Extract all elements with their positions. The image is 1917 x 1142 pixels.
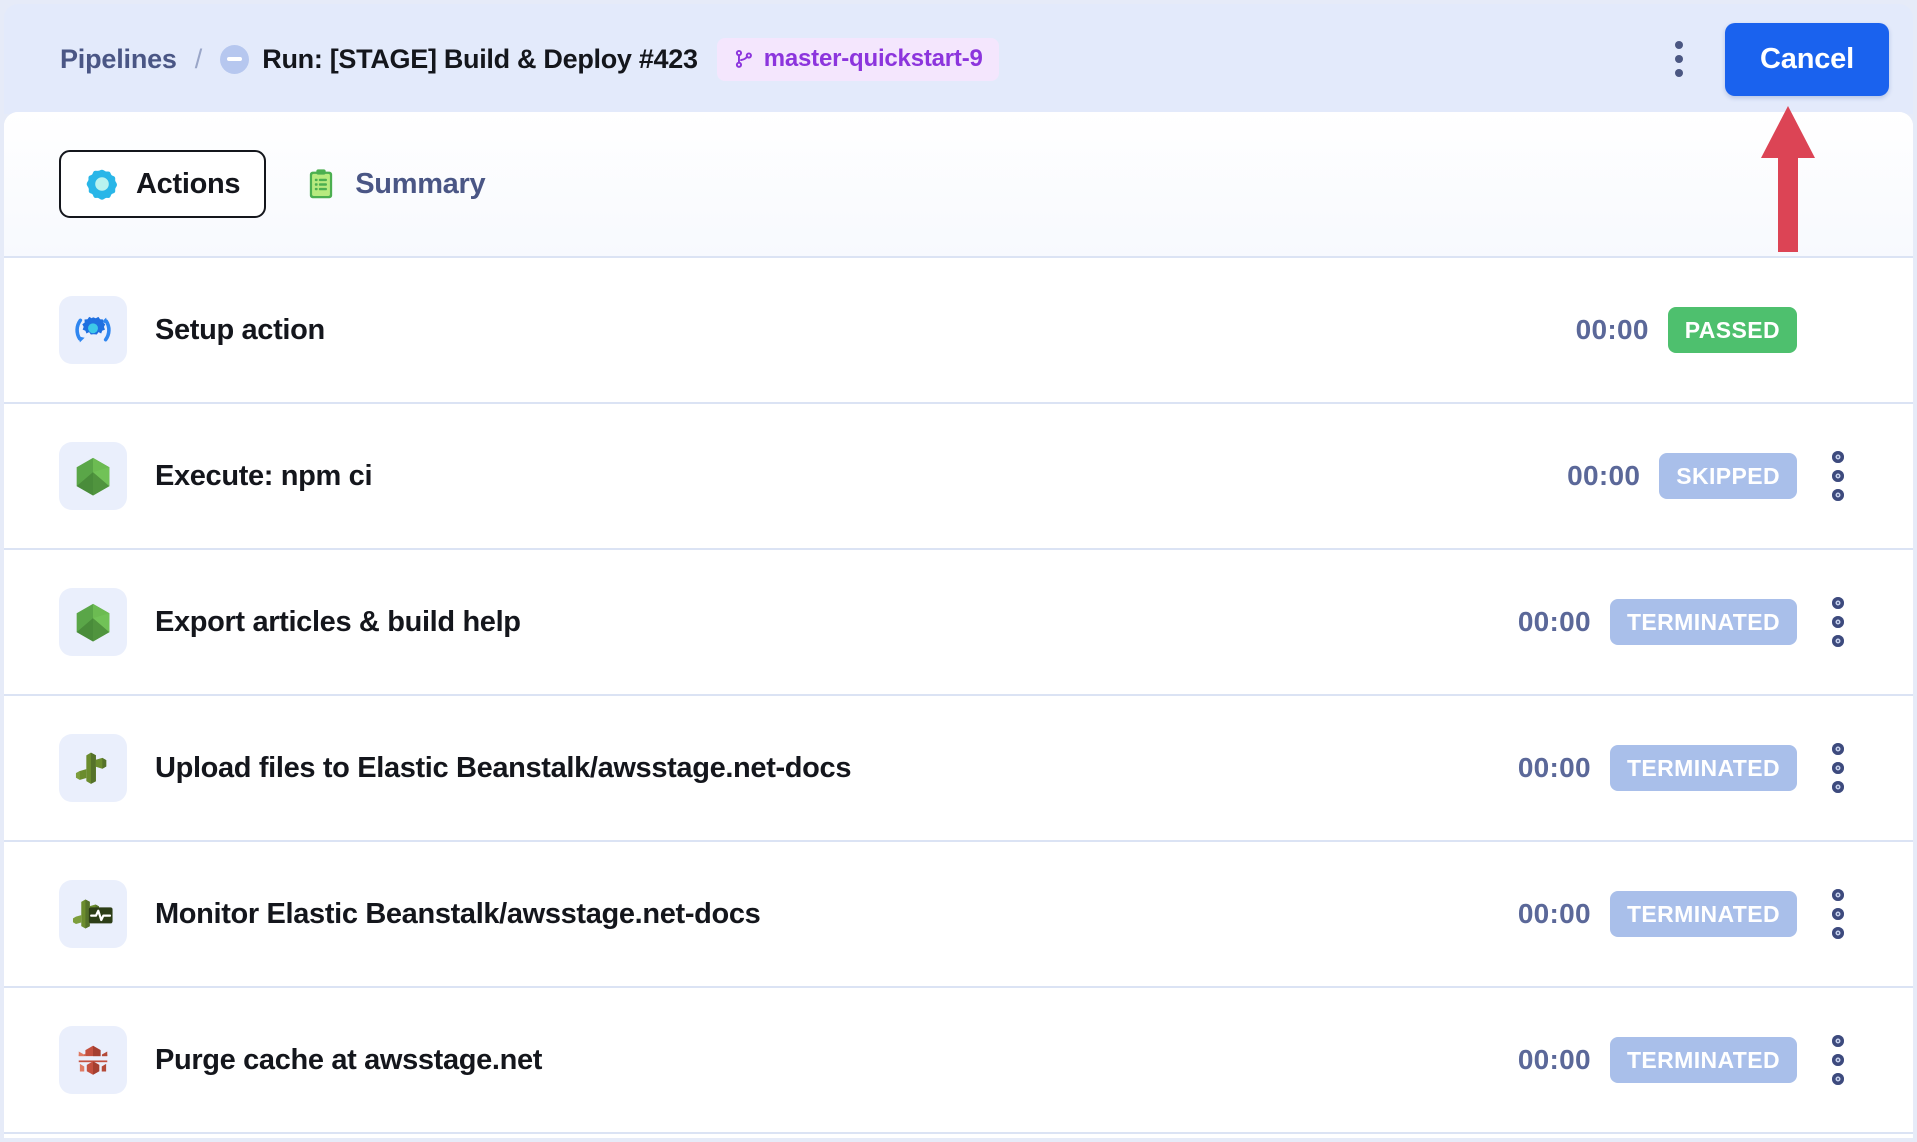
- tab-bar: Actions Summary: [4, 112, 1913, 258]
- status-badge: SKIPPED: [1659, 453, 1797, 499]
- elastic-beanstalk-monitor-icon: [59, 880, 127, 948]
- nodejs-icon: [59, 442, 127, 510]
- table-row[interactable]: Purge cache at awsstage.net 00:00 TERMIN…: [4, 988, 1913, 1134]
- header-actions: Cancel: [1659, 22, 1889, 96]
- actions-list: Setup action 00:00 PASSED Execute: npm c…: [4, 258, 1913, 1134]
- action-duration: 00:00: [1575, 314, 1649, 345]
- breadcrumb: Pipelines / Run: [STAGE] Build & Deploy …: [60, 37, 1659, 81]
- nodejs-icon: [59, 588, 127, 656]
- action-label: Export articles & build help: [155, 605, 521, 638]
- row-kebab-menu-icon[interactable]: [1809, 587, 1867, 657]
- kebab-menu-icon[interactable]: [1659, 33, 1699, 85]
- action-duration: 00:00: [1517, 1044, 1591, 1075]
- action-label: Purge cache at awsstage.net: [155, 1043, 543, 1076]
- pipeline-run-page: Pipelines / Run: [STAGE] Build & Deploy …: [0, 0, 1917, 1142]
- content-card: Actions Summary Setup action 00:00 PASSE…: [4, 112, 1913, 1138]
- row-status-group: 00:00 SKIPPED: [1567, 441, 1867, 511]
- kebab-placeholder: [1809, 295, 1867, 365]
- status-badge: TERMINATED: [1609, 891, 1797, 937]
- action-label: Upload files to Elastic Beanstalk/awssta…: [155, 751, 852, 784]
- table-row[interactable]: Upload files to Elastic Beanstalk/awssta…: [4, 696, 1913, 842]
- action-duration: 00:00: [1517, 752, 1591, 783]
- branch-name: master-quickstart-9: [763, 45, 983, 72]
- action-label: Setup action: [155, 313, 325, 346]
- row-status-group: 00:00 TERMINATED: [1518, 1025, 1867, 1095]
- tab-actions[interactable]: Actions: [59, 150, 267, 218]
- breadcrumb-pipelines-link[interactable]: Pipelines: [60, 44, 177, 75]
- branch-icon: [735, 49, 752, 68]
- page-header: Pipelines / Run: [STAGE] Build & Deploy …: [4, 4, 1913, 114]
- row-status-group: 00:00 PASSED: [1576, 295, 1867, 365]
- page-title: Run: [STAGE] Build & Deploy #423: [262, 43, 698, 74]
- row-status-group: 00:00 TERMINATED: [1518, 587, 1867, 657]
- cancel-button[interactable]: Cancel: [1725, 22, 1889, 96]
- action-duration: 00:00: [1517, 898, 1591, 929]
- status-badge: PASSED: [1667, 307, 1797, 353]
- action-duration: 00:00: [1517, 606, 1591, 637]
- clipboard-icon: [310, 169, 333, 199]
- row-kebab-menu-icon[interactable]: [1809, 1025, 1867, 1095]
- row-status-group: 00:00 TERMINATED: [1518, 733, 1867, 803]
- row-status-group: 00:00 TERMINATED: [1518, 879, 1867, 949]
- elastic-beanstalk-icon: [59, 734, 127, 802]
- gear-flower-icon: [86, 169, 117, 200]
- status-badge: TERMINATED: [1609, 1037, 1797, 1083]
- row-kebab-menu-icon[interactable]: [1809, 441, 1867, 511]
- action-label: Execute: npm ci: [155, 459, 373, 492]
- tab-summary[interactable]: Summary: [278, 150, 511, 218]
- tab-actions-label: Actions: [136, 167, 241, 200]
- status-badge: TERMINATED: [1609, 745, 1797, 791]
- table-row[interactable]: Monitor Elastic Beanstalk/awsstage.net-d…: [4, 842, 1913, 988]
- minus-circle-icon: [220, 44, 250, 74]
- action-label: Monitor Elastic Beanstalk/awsstage.net-d…: [155, 897, 761, 930]
- row-kebab-menu-icon[interactable]: [1809, 879, 1867, 949]
- table-row[interactable]: Export articles & build help 00:00 TERMI…: [4, 550, 1913, 696]
- setup-gear-refresh-icon: [59, 296, 127, 364]
- row-kebab-menu-icon[interactable]: [1809, 733, 1867, 803]
- breadcrumb-separator: /: [194, 43, 203, 74]
- cloudfront-icon: [59, 1026, 127, 1094]
- action-duration: 00:00: [1567, 460, 1641, 491]
- branch-chip[interactable]: master-quickstart-9: [716, 37, 999, 81]
- status-badge: TERMINATED: [1609, 599, 1797, 645]
- table-row[interactable]: Execute: npm ci 00:00 SKIPPED: [4, 404, 1913, 550]
- tab-summary-label: Summary: [355, 167, 486, 200]
- table-row[interactable]: Setup action 00:00 PASSED: [4, 258, 1913, 404]
